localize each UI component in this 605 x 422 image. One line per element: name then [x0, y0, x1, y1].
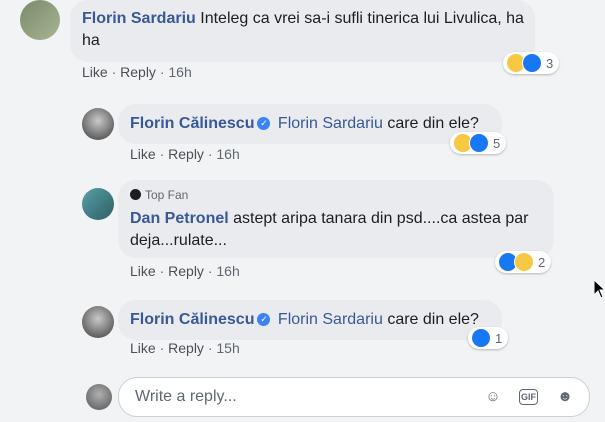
- like-icon: [469, 133, 489, 153]
- avatar[interactable]: [82, 188, 114, 220]
- top-fan-badge: Top Fan: [130, 188, 188, 202]
- timestamp[interactable]: 16h: [216, 263, 239, 279]
- reply-button[interactable]: Reply: [168, 263, 204, 279]
- like-button[interactable]: Like: [130, 146, 156, 162]
- reply-button[interactable]: Reply: [120, 64, 156, 80]
- top-fan-icon: [130, 189, 141, 200]
- gif-icon[interactable]: GIF: [519, 389, 538, 405]
- comment-bubble: Florin Călinescu ✓ Florin Sardariu care d…: [118, 104, 502, 144]
- like-button[interactable]: Like: [130, 340, 156, 356]
- timestamp[interactable]: 16h: [168, 64, 191, 80]
- reply-button[interactable]: Reply: [168, 146, 204, 162]
- mouse-cursor-icon: [594, 280, 605, 299]
- reply-input[interactable]: [133, 387, 477, 407]
- sticker-icon[interactable]: ☻: [555, 387, 575, 407]
- comment-author[interactable]: Dan Petronel: [130, 210, 229, 227]
- comment-bubble: Top Fan Dan Petronel astept aripa tanara…: [118, 180, 554, 258]
- comment-meta: Like · Reply · 16h: [82, 64, 192, 80]
- reaction-count: 3: [546, 55, 554, 71]
- haha-icon: [514, 252, 534, 272]
- comment-text: care din ele?: [387, 115, 479, 132]
- reaction-count: 5: [493, 135, 501, 151]
- comment-author[interactable]: Florin Sardariu: [82, 10, 196, 27]
- mention-link[interactable]: Florin Sardariu: [278, 115, 383, 132]
- avatar[interactable]: [20, 0, 60, 40]
- reply-box[interactable]: ☺ GIF ☻: [118, 377, 590, 417]
- comment-author[interactable]: Florin Călinescu: [130, 311, 254, 328]
- reply-button[interactable]: Reply: [168, 340, 204, 356]
- like-icon: [522, 53, 542, 73]
- reaction-summary[interactable]: 1: [468, 327, 509, 349]
- timestamp[interactable]: 16h: [216, 146, 239, 162]
- comment-meta: Like · Reply · 16h: [130, 146, 240, 162]
- comment-meta: Like · Reply · 15h: [130, 340, 240, 356]
- verified-badge-icon: ✓: [257, 313, 271, 327]
- comment-bubble: Florin Sardariu Inteleg ca vrei sa-i suf…: [70, 0, 535, 62]
- timestamp[interactable]: 15h: [216, 340, 239, 356]
- verified-badge-icon: ✓: [257, 117, 271, 131]
- comment-author[interactable]: Florin Călinescu: [130, 115, 254, 132]
- emoji-icon[interactable]: ☺: [483, 387, 503, 407]
- reaction-summary[interactable]: 2: [495, 251, 552, 273]
- avatar[interactable]: [82, 108, 114, 140]
- reaction-count: 2: [538, 254, 546, 270]
- avatar[interactable]: [82, 306, 114, 338]
- comment-meta: Like · Reply · 16h: [130, 263, 240, 279]
- avatar[interactable]: [86, 384, 112, 410]
- like-button[interactable]: Like: [82, 64, 108, 80]
- reaction-count: 1: [495, 330, 503, 346]
- reaction-summary[interactable]: 3: [503, 52, 560, 74]
- like-icon: [471, 328, 491, 348]
- reaction-summary[interactable]: 5: [450, 132, 507, 154]
- comment-text: care din ele?: [387, 311, 479, 328]
- mention-link[interactable]: Florin Sardariu: [278, 311, 383, 328]
- comment-bubble: Florin Călinescu ✓ Florin Sardariu care d…: [118, 300, 502, 340]
- like-button[interactable]: Like: [130, 263, 156, 279]
